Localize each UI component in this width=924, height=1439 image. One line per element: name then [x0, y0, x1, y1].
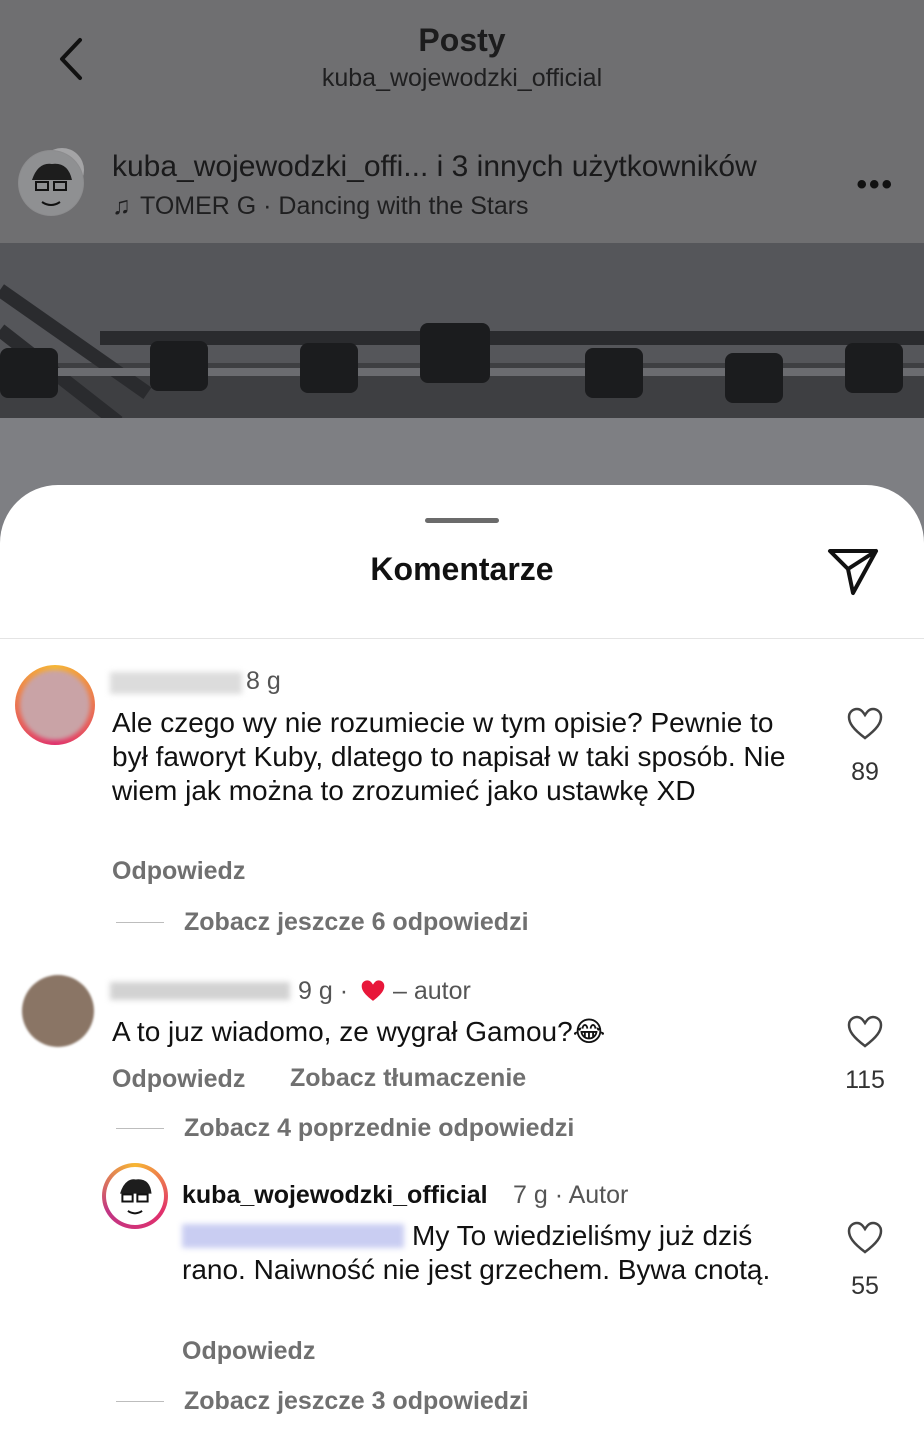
music-label: TOMER G · Dancing with the Stars — [140, 192, 529, 220]
post-screen-background: Posty kuba_wojewodzki_official kuba_woje… — [0, 0, 924, 560]
reply-button[interactable]: Odpowiedz — [112, 1065, 245, 1094]
sheet-divider — [0, 638, 924, 639]
author-like-note: – autor — [393, 977, 471, 1005]
like-heart-icon[interactable] — [847, 1015, 883, 1049]
caricature-avatar-icon — [109, 1170, 161, 1222]
author-liked-heart-icon — [361, 980, 385, 1001]
blurred-username[interactable] — [110, 982, 290, 1000]
more-options-icon[interactable]: ••• — [856, 168, 894, 202]
commenter-avatar[interactable] — [15, 665, 95, 745]
comments-sheet: Komentarze 8 g Ale czego wy nie rozumiec… — [0, 485, 924, 1439]
view-more-replies[interactable]: Zobacz jeszcze 3 odpowiedzi — [184, 1387, 529, 1416]
reply-button[interactable]: Odpowiedz — [112, 857, 245, 886]
caricature-avatar-icon — [19, 151, 83, 215]
translate-button[interactable]: Zobacz tłumaczenie — [290, 1064, 526, 1093]
like-heart-icon[interactable] — [847, 707, 883, 741]
post-author-avatar[interactable] — [18, 150, 84, 216]
like-count: 115 — [845, 1066, 885, 1094]
like-heart-icon[interactable] — [847, 1221, 883, 1255]
comment-time: 8 g — [246, 667, 281, 695]
reply-text: My To wiedzieliśmy już dziś rano. Naiwno… — [182, 1220, 771, 1285]
comment-time: 9 g · — [298, 977, 349, 1005]
like-count: 89 — [851, 758, 879, 786]
reply-time: 7 g · Autor — [513, 1181, 629, 1209]
replies-line — [116, 922, 164, 923]
post-music[interactable]: ♫ TOMER G · Dancing with the Stars — [112, 192, 529, 221]
commenter-avatar[interactable] — [22, 975, 94, 1047]
blurred-username[interactable] — [110, 672, 242, 694]
author-avatar[interactable] — [102, 1163, 168, 1229]
sheet-title: Komentarze — [370, 551, 554, 587]
comment-text: Ale czego wy nie rozumiecie w tym opisie… — [112, 707, 786, 806]
view-more-replies[interactable]: Zobacz jeszcze 6 odpowiedzi — [184, 908, 529, 937]
page-title: Posty — [418, 22, 506, 58]
post-authors[interactable]: kuba_wojewodzki_offi... i 3 innych użytk… — [112, 150, 757, 184]
replies-line — [116, 1401, 164, 1402]
view-previous-replies[interactable]: Zobacz 4 poprzednie odpowiedzi — [184, 1114, 574, 1143]
share-icon[interactable] — [826, 545, 880, 597]
replies-line — [116, 1128, 164, 1129]
music-note-icon: ♫ — [112, 192, 131, 220]
reply-button[interactable]: Odpowiedz — [182, 1337, 315, 1366]
like-count: 55 — [851, 1272, 879, 1300]
drag-handle[interactable] — [425, 518, 499, 523]
page-subtitle: kuba_wojewodzki_official — [321, 64, 603, 92]
comment-text: A to juz wiadomo, ze wygrał Gamou?😂 — [112, 1016, 606, 1047]
reply-username[interactable]: kuba_wojewodzki_official — [182, 1181, 488, 1210]
